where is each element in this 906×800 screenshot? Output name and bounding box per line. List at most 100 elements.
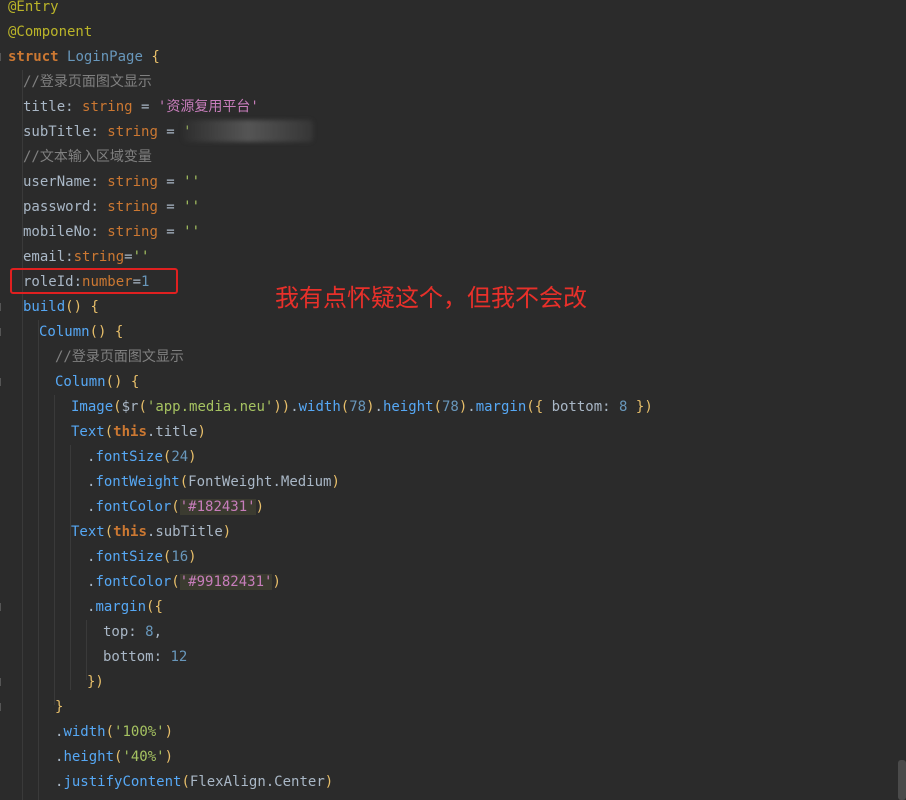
fold-marker-icon[interactable] bbox=[0, 53, 6, 61]
struct-name: LoginPage bbox=[67, 49, 143, 65]
field-subtitle: subTitle bbox=[23, 124, 91, 140]
code-line-3: struct LoginPage { bbox=[8, 45, 160, 70]
this-keyword: this bbox=[113, 524, 147, 540]
fn-column: Column bbox=[55, 374, 106, 390]
enum-value: FlexAlign.Center bbox=[189, 774, 325, 790]
code-line-10: mobileNo: string = '' bbox=[23, 224, 201, 240]
vertical-scrollbar[interactable] bbox=[898, 760, 906, 800]
fold-marker-icon[interactable] bbox=[0, 303, 6, 311]
string-value: '资源复用平台' bbox=[157, 99, 259, 115]
code-line-5: title: string = '资源复用平台' bbox=[23, 99, 259, 115]
code-line-8: userName: string = '' bbox=[23, 174, 201, 190]
field-password: password bbox=[23, 199, 91, 215]
fold-marker-icon[interactable] bbox=[0, 703, 6, 711]
indent-guide bbox=[70, 445, 71, 690]
code-line-26: top: 8, bbox=[103, 624, 163, 640]
code-line-32: .justifyContent(FlexAlign.Center) bbox=[55, 774, 334, 790]
code-line-4: //登录页面图文显示 bbox=[23, 74, 152, 90]
number-value: 24 bbox=[171, 449, 189, 465]
code-line-18: Text(this.title) bbox=[71, 424, 206, 440]
code-line-15: //登录页面图文显示 bbox=[55, 349, 184, 365]
fn-text: Text bbox=[71, 524, 105, 540]
code-editor[interactable]: @Entry @Component struct LoginPage { //登… bbox=[0, 0, 906, 800]
annotation-component: @Component bbox=[8, 24, 93, 40]
fold-marker-icon[interactable] bbox=[0, 678, 6, 686]
fn-fontsize: fontSize bbox=[95, 449, 163, 465]
fn-image: Image bbox=[71, 399, 114, 415]
code-line-30: .width('100%') bbox=[55, 724, 174, 740]
fn-fontcolor: fontColor bbox=[95, 574, 172, 590]
fold-marker-icon[interactable] bbox=[0, 603, 6, 611]
res-fn: $r bbox=[121, 399, 139, 415]
code-line-20: .fontWeight(FontWeight.Medium) bbox=[87, 474, 340, 490]
number-value: 16 bbox=[171, 549, 189, 565]
struct-keyword: struct bbox=[8, 49, 59, 65]
prop: subTitle bbox=[155, 524, 223, 540]
type: string bbox=[73, 249, 125, 265]
code-line-23: .fontSize(16) bbox=[87, 549, 197, 565]
fn-margin: margin bbox=[95, 599, 147, 615]
code-line-19: .fontSize(24) bbox=[87, 449, 197, 465]
string-value: '' bbox=[183, 174, 201, 190]
code-line-24: .fontColor('#99182431') bbox=[87, 574, 281, 590]
fn-width: width bbox=[63, 724, 106, 740]
code-line-2: @Component bbox=[8, 20, 92, 45]
redacted-blur bbox=[183, 120, 313, 142]
type: string bbox=[82, 99, 133, 115]
fn-width: width bbox=[298, 399, 341, 415]
code-line-22: Text(this.subTitle) bbox=[71, 524, 232, 540]
number-value: 12 bbox=[170, 649, 188, 665]
brace: { bbox=[151, 49, 160, 65]
enum-value: FontWeight.Medium bbox=[188, 474, 332, 490]
type: string bbox=[107, 124, 158, 140]
string-value: 'app.media.neu' bbox=[146, 399, 274, 415]
key: bottom bbox=[103, 649, 154, 665]
fn-fontweight: fontWeight bbox=[95, 474, 180, 490]
type: string bbox=[107, 174, 158, 190]
code-line-6: subTitle: string = ' bbox=[23, 120, 192, 145]
fn-fontcolor: fontColor bbox=[95, 499, 172, 515]
prop: title bbox=[155, 424, 198, 440]
code-line-31: .height('40%') bbox=[55, 749, 174, 765]
string-value: '100%' bbox=[114, 724, 165, 740]
code-line-21: .fontColor('#182431') bbox=[87, 499, 265, 515]
field-mobileno: mobileNo bbox=[23, 224, 91, 240]
string-value: '' bbox=[132, 249, 150, 265]
type: string bbox=[107, 199, 158, 215]
code-line-14: Column() { bbox=[39, 324, 124, 340]
key: top bbox=[103, 624, 129, 640]
number-value: 8 bbox=[619, 399, 628, 415]
indent-guide bbox=[54, 395, 55, 705]
code-line-27: bottom: 12 bbox=[103, 649, 188, 665]
fn-justifycontent: justifyContent bbox=[63, 774, 182, 790]
fn-height: height bbox=[382, 399, 434, 415]
highlight-box bbox=[10, 268, 178, 294]
string-value: '40%' bbox=[122, 749, 165, 765]
fn-margin: margin bbox=[475, 399, 527, 415]
key: bottom bbox=[551, 399, 603, 415]
number-value: 78 bbox=[349, 399, 367, 415]
fn-text: Text bbox=[71, 424, 105, 440]
color-string: '#99182431' bbox=[179, 574, 273, 590]
field-email: email bbox=[23, 249, 66, 265]
code-line-7: //文本输入区域变量 bbox=[23, 149, 152, 165]
indent-guide bbox=[38, 320, 39, 800]
fn-build: build bbox=[23, 299, 66, 315]
code-line-29: } bbox=[55, 699, 64, 715]
this-keyword: this bbox=[113, 424, 147, 440]
fold-marker-icon[interactable] bbox=[0, 328, 6, 336]
string-value: '' bbox=[183, 199, 201, 215]
code-line-11: email:string='' bbox=[23, 249, 150, 265]
code-line-1: @Entry bbox=[8, 0, 59, 20]
number-value: 8 bbox=[145, 624, 154, 640]
annotation-entry: @Entry bbox=[8, 0, 59, 15]
code-line-16: Column() { bbox=[55, 374, 140, 390]
code-line-25: .margin({ bbox=[87, 599, 163, 615]
annotation-note: 我有点怀疑这个，但我不会改 bbox=[275, 284, 587, 312]
type: string bbox=[107, 224, 158, 240]
fold-marker-icon[interactable] bbox=[0, 378, 6, 386]
number-value: 78 bbox=[441, 399, 459, 415]
field-title: title bbox=[23, 99, 66, 115]
code-line-17: Image($r('app.media.neu')).width(78).hei… bbox=[71, 399, 653, 415]
code-line-9: password: string = '' bbox=[23, 199, 201, 215]
